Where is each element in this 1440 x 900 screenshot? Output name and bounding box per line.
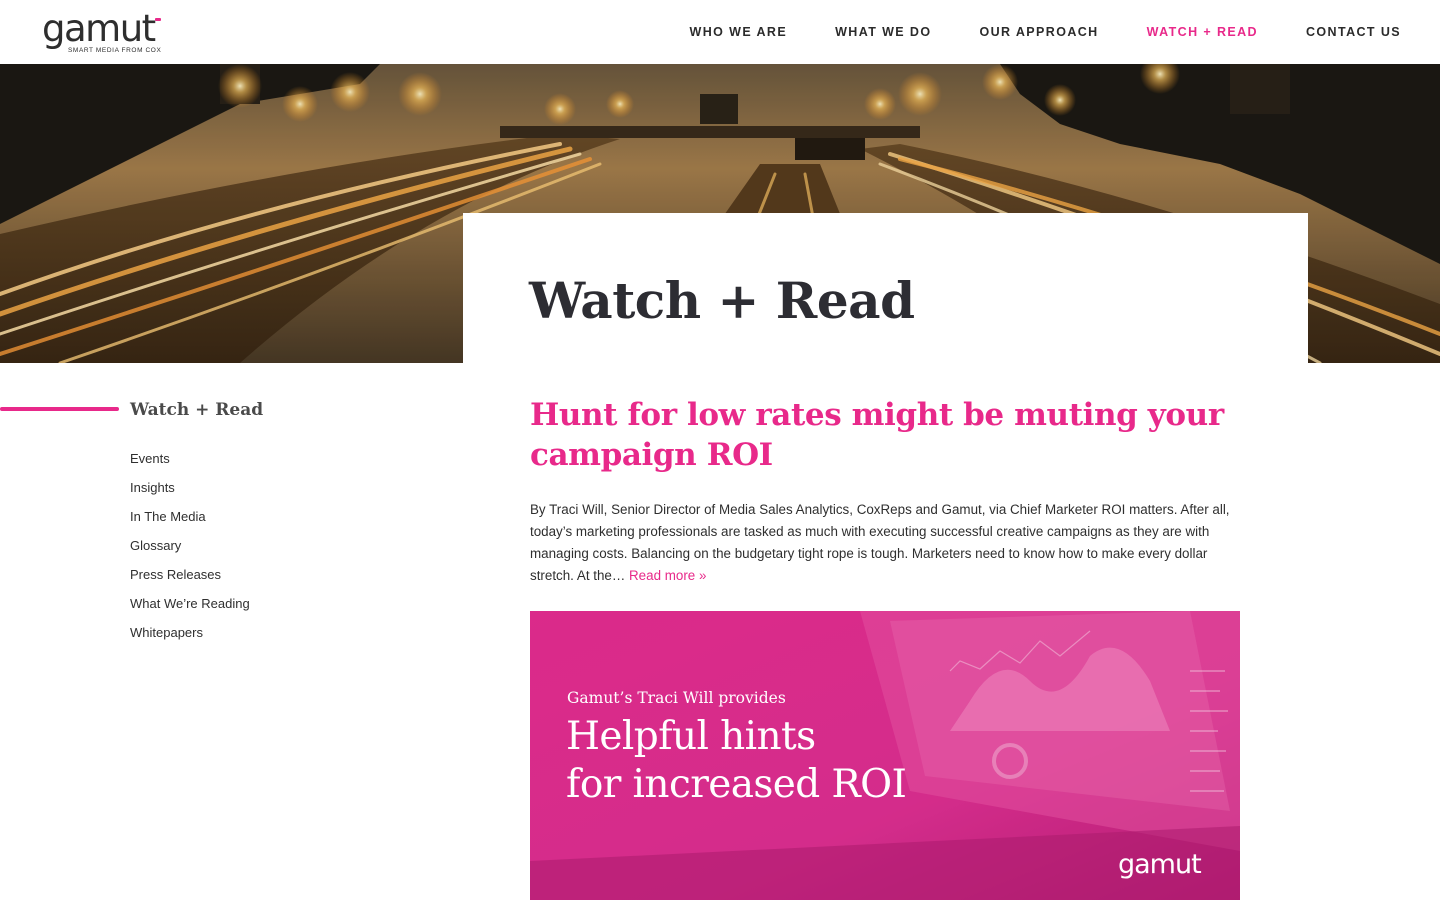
nav-contact-us[interactable]: CONTACT US [1306,24,1401,40]
sidebar-item-glossary[interactable]: Glossary [130,531,250,560]
nav-what-we-do[interactable]: WHAT WE DO [835,24,931,40]
article-feature-image[interactable]: Gamut’s Traci Will provides Helpful hint… [530,611,1240,900]
page-title-card: Watch + Read [463,213,1308,363]
sidebar-category-list: Events Insights In The Media Glossary Pr… [130,444,250,647]
article-title-link[interactable]: Hunt for low rates might be muting your … [530,395,1230,475]
sidebar-item-what-were-reading[interactable]: What We’re Reading [130,589,250,618]
logo-tagline: SMART MEDIA FROM COX [68,47,162,54]
site-header: gamut SMART MEDIA FROM COX WHO WE ARE WH… [0,0,1440,64]
nav-who-we-are[interactable]: WHO WE ARE [690,24,788,40]
feature-headline-line-1: Helpful hints [566,714,816,759]
nav-watch-read[interactable]: WATCH + READ [1147,24,1258,40]
sidebar-item-in-the-media[interactable]: In The Media [130,502,250,531]
feature-headline-line-2: for increased ROI [566,762,907,807]
sidebar-accent-bar [0,407,119,411]
sidebar-heading[interactable]: Watch + Read [130,399,263,421]
feature-gamut-logo: gamut [1118,849,1202,880]
logo-wordmark: gamut [42,7,156,50]
read-more-link[interactable]: Read more » [629,568,706,583]
sidebar-item-insights[interactable]: Insights [130,473,250,502]
article-excerpt: By Traci Will, Senior Director of Media … [530,499,1240,587]
sidebar-item-whitepapers[interactable]: Whitepapers [130,618,250,647]
feature-subtitle: Gamut’s Traci Will provides [567,689,786,707]
sidebar-item-press-releases[interactable]: Press Releases [130,560,250,589]
gamut-logo[interactable]: gamut SMART MEDIA FROM COX [42,7,167,58]
logo-accent-mark [155,18,161,21]
sidebar-item-events[interactable]: Events [130,444,250,473]
page-title: Watch + Read [529,271,915,330]
feature-headline: Helpful hints for increased ROI [566,713,907,809]
main-nav: WHO WE ARE WHAT WE DO OUR APPROACH WATCH… [642,24,1401,40]
nav-our-approach[interactable]: OUR APPROACH [979,24,1098,40]
